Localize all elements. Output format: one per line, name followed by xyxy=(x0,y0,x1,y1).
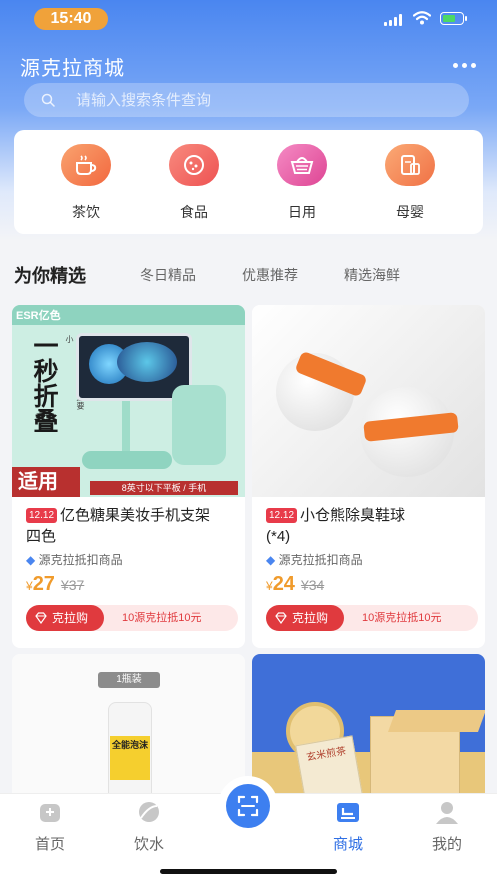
product-title: 12.12 亿色糖果美妆手机支架 xyxy=(26,506,210,526)
gem-icon: ◆ xyxy=(266,553,276,567)
carat-buy-button[interactable]: 克拉购 xyxy=(266,605,344,631)
tab-seafood[interactable]: 精选海鲜 xyxy=(344,265,400,285)
home-icon xyxy=(40,804,60,822)
status-bar: 15:40 xyxy=(0,0,497,40)
scan-icon xyxy=(226,784,270,828)
deduction-text: 10源克拉抵10元 xyxy=(122,612,202,624)
price-symbol: ¥ xyxy=(26,579,33,593)
food-bowl-icon xyxy=(169,144,219,186)
category-baby[interactable]: 母婴 xyxy=(370,144,450,222)
search-input[interactable] xyxy=(76,83,456,117)
category-label: 食品 xyxy=(180,204,208,220)
product-price: ¥24 ¥34 xyxy=(266,573,324,596)
stand-base xyxy=(82,451,172,469)
basket-icon xyxy=(277,144,327,186)
search-icon xyxy=(41,93,55,107)
nav-store[interactable]: 商城 xyxy=(318,800,378,854)
category-food[interactable]: 食品 xyxy=(154,144,234,222)
tab-promotions[interactable]: 优惠推荐 xyxy=(242,265,298,285)
product-tag: ◆ 源克拉抵扣商品 xyxy=(266,551,363,568)
product-tag: ◆ 源克拉抵扣商品 xyxy=(26,551,123,568)
product-card[interactable]: ESR亿色 一秒折叠 小巧便携·比手机还要小 适用 8英寸以下平板 / 手机 1… xyxy=(12,305,245,648)
carat-buy-row[interactable]: 克拉购 10源克拉抵10元 xyxy=(266,605,478,631)
tab-winter[interactable]: 冬日精品 xyxy=(140,265,196,285)
product-price: ¥27 ¥37 xyxy=(26,573,84,596)
carat-buy-button[interactable]: 克拉购 xyxy=(26,605,104,631)
deduction-text: 10源克拉抵10元 xyxy=(362,612,442,624)
product-title-line2: (*4) xyxy=(266,528,291,545)
store-icon xyxy=(337,803,359,822)
diamond-icon xyxy=(35,612,47,624)
category-daily[interactable]: 日用 xyxy=(262,144,342,222)
nav-home[interactable]: 首页 xyxy=(20,800,80,854)
page-title: 源克拉商城 xyxy=(20,58,125,80)
leaf-icon xyxy=(139,802,159,822)
nav-label: 我的 xyxy=(431,836,462,853)
category-tea[interactable]: 茶饮 xyxy=(46,144,126,222)
product-title: 12.12 小仓熊除臭鞋球 xyxy=(266,506,405,526)
nav-profile[interactable]: 我的 xyxy=(417,800,477,854)
product-image: 1瓶装 全能泡沫 xyxy=(12,654,245,804)
product-image: 玄米煎茶 xyxy=(252,654,485,804)
category-label: 母婴 xyxy=(396,204,424,220)
product-card[interactable]: 玄米煎茶 xyxy=(252,654,485,804)
price-current: 24 xyxy=(272,573,295,595)
tea-cup-icon xyxy=(61,144,111,186)
nav-label: 饮水 xyxy=(133,836,164,853)
nav-label: 商城 xyxy=(332,836,363,853)
battery-tip xyxy=(465,16,467,21)
category-label: 茶饮 xyxy=(72,204,100,220)
promo-badge: 12.12 xyxy=(26,508,58,523)
bottle-label: 全能泡沫 xyxy=(110,736,150,780)
search-bar[interactable] xyxy=(24,83,469,117)
section-title: 为你精选 xyxy=(14,266,86,286)
profile-icon xyxy=(436,802,458,824)
scan-button[interactable] xyxy=(218,776,278,836)
home-indicator xyxy=(160,869,337,874)
status-time: 15:40 xyxy=(34,8,108,30)
price-original: ¥34 xyxy=(300,577,325,593)
image-bottom-text: 8英寸以下平板 / 手机 xyxy=(90,481,238,495)
price-current: 27 xyxy=(32,573,55,595)
pack-label: 1瓶装 xyxy=(98,672,160,688)
product-tag-label: 源克拉抵扣商品 xyxy=(278,553,363,567)
product-card[interactable]: 12.12 小仓熊除臭鞋球 (*4) ◆ 源克拉抵扣商品 ¥24 ¥34 克拉购 1… xyxy=(252,305,485,648)
product-title-line2: 四色 xyxy=(26,528,57,545)
category-label: 日用 xyxy=(288,204,316,220)
image-headline: 一秒折叠 xyxy=(30,333,58,433)
tea-box-top xyxy=(387,710,485,732)
signal-icon xyxy=(384,14,404,26)
product-image xyxy=(252,305,485,497)
gem-icon: ◆ xyxy=(26,553,36,567)
brand-logo: ESR亿色 xyxy=(16,310,61,322)
image-corner-label: 适用 xyxy=(12,467,80,497)
promo-badge: 12.12 xyxy=(266,508,298,523)
product-image: ESR亿色 一秒折叠 小巧便携·比手机还要小 适用 8英寸以下平板 / 手机 xyxy=(12,305,245,497)
product-title-line1: 小仓熊除臭鞋球 xyxy=(300,507,406,524)
nav-label: 首页 xyxy=(34,836,65,853)
carat-buy-label: 克拉购 xyxy=(52,611,89,625)
stand-pole xyxy=(122,401,130,451)
product-title-line1: 亿色糖果美妆手机支架 xyxy=(60,507,211,524)
price-original: ¥37 xyxy=(60,577,85,593)
product-card[interactable]: 1瓶装 全能泡沫 xyxy=(12,654,245,804)
nav-water[interactable]: 饮水 xyxy=(119,800,179,854)
category-panel: 茶饮 食品 日用 母婴 xyxy=(14,130,483,234)
battery-icon xyxy=(440,12,464,25)
baby-bottle-icon xyxy=(385,144,435,186)
product-tag-label: 源克拉抵扣商品 xyxy=(38,553,123,567)
more-options-icon[interactable] xyxy=(452,60,478,70)
folded-stand xyxy=(172,385,226,465)
wifi-icon xyxy=(413,11,431,25)
carat-buy-label: 克拉购 xyxy=(292,611,329,625)
price-symbol: ¥ xyxy=(266,579,273,593)
diamond-icon xyxy=(275,612,287,624)
carat-buy-row[interactable]: 克拉购 10源克拉抵10元 xyxy=(26,605,238,631)
